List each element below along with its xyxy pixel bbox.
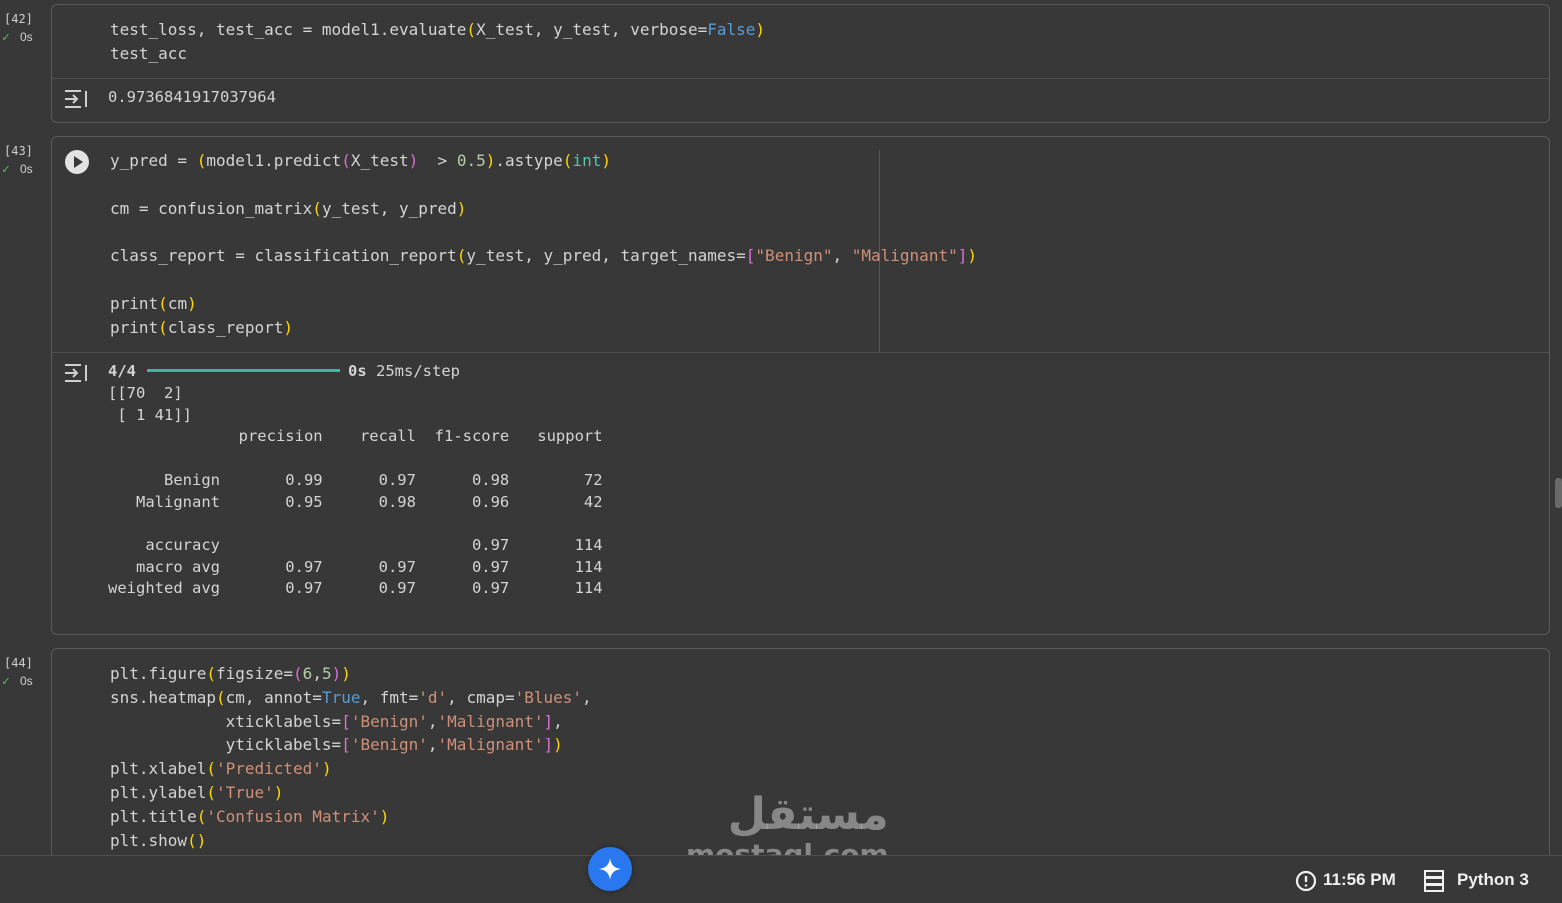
alert-clock-icon[interactable] [1295, 870, 1317, 892]
progress-rate: 25ms/step [376, 362, 461, 380]
code-cell-43[interactable]: y_pred = (model1.predict(X_test) > 0.5).… [51, 136, 1550, 635]
progress-label: 4/4 [108, 362, 136, 380]
server-icon[interactable] [1424, 870, 1444, 892]
output-collapse-icon[interactable] [64, 89, 90, 109]
output-collapse-icon[interactable] [64, 363, 90, 383]
cell-output: 0.9736841917037964 [108, 88, 276, 106]
progress-time: 0s [348, 362, 367, 380]
execution-time: 0s [20, 162, 33, 176]
progress-line: 4/4 [108, 361, 136, 383]
progress-bar [147, 369, 340, 372]
check-icon: ✓ [2, 162, 10, 177]
sparkle-icon [599, 858, 621, 880]
output-divider [52, 78, 1549, 79]
run-icon[interactable] [65, 150, 89, 174]
gemini-button[interactable] [588, 847, 632, 891]
execution-time: 0s [20, 30, 33, 44]
execution-count: [43] [4, 144, 33, 158]
check-icon: ✓ [2, 30, 10, 45]
code-cell-42[interactable]: test_loss, test_acc = model1.evaluate(X_… [51, 4, 1550, 123]
output-divider [52, 352, 1549, 353]
code-editor[interactable]: y_pred = (model1.predict(X_test) > 0.5).… [110, 149, 977, 339]
execution-time: 0s [20, 674, 33, 688]
execution-count: [42] [4, 12, 33, 26]
code-editor[interactable]: test_loss, test_acc = model1.evaluate(X_… [110, 18, 765, 66]
cell-output: [[70 2] [ 1 41]] precision recall f1-sco… [108, 384, 603, 598]
execution-count: [44] [4, 656, 33, 670]
scrollbar-thumb[interactable] [1555, 478, 1562, 508]
check-icon: ✓ [2, 674, 10, 689]
progress-stats: 0s 25ms/step [348, 361, 460, 383]
code-editor[interactable]: plt.figure(figsize=(6,5)) sns.heatmap(cm… [110, 662, 592, 852]
runtime-label[interactable]: Python 3 [1457, 870, 1529, 890]
status-bar: 11:56 PM Python 3 [0, 855, 1562, 903]
status-time[interactable]: 11:56 PM [1323, 870, 1396, 890]
watermark-arabic: مستقل [727, 789, 889, 840]
